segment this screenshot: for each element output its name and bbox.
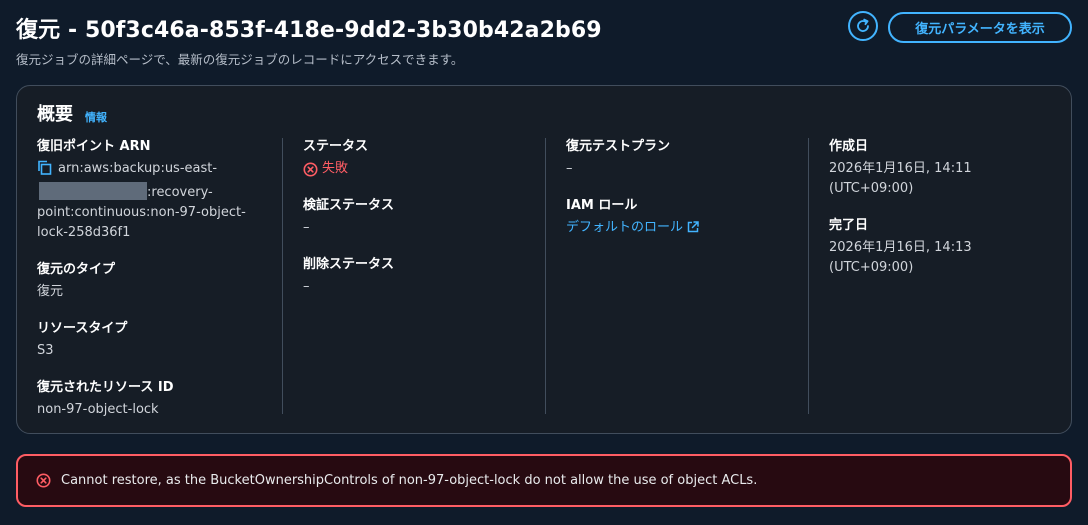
restore-test-plan-label: 復元テストプラン [566,139,671,154]
status-text: 失敗 [322,161,349,176]
completed-date-label: 完了日 [829,218,869,233]
deletion-status-value: – [303,279,310,294]
completed-date-timezone: (UTC+09:00) [829,260,914,275]
status-label: ステータス [303,139,369,154]
deletion-status-label: 削除ステータス [303,257,395,272]
arn-line-4: lock-258d36f1 [37,225,131,240]
validation-status-value: – [303,220,310,235]
refresh-icon [857,18,869,32]
status-field: ステータス 失敗 [303,138,522,179]
error-alert-message: Cannot restore, as the BucketOwnershipCo… [61,473,758,488]
restore-job-page: 復元 - 50f3c46a-853f-418e-9dd2-3b30b42a2b6… [0,0,1088,525]
created-date-timezone: (UTC+09:00) [829,181,914,196]
redacted-account-id [39,182,147,200]
restore-test-plan-value: – [566,161,573,176]
created-date-label: 作成日 [829,139,869,154]
resource-type-field: リソースタイプ S3 [37,320,277,361]
iam-role-field: IAM ロール デフォルトのロール [566,197,785,238]
restore-test-plan-field: 復元テストプラン – [566,138,785,179]
iam-role-link-text: デフォルトのロール [566,220,684,235]
refresh-button[interactable] [848,11,878,41]
created-date-value: 2026年1月16日, 14:11 [829,161,972,176]
deletion-status-field: 削除ステータス – [303,256,522,297]
recovery-point-arn-field: 復旧ポイント ARN arn:aws:backup:us-east- :reco… [37,138,277,243]
validation-status-label: 検証ステータス [303,198,395,213]
error-alert: Cannot restore, as the BucketOwnershipCo… [16,454,1072,507]
status-value: 失敗 [303,159,522,179]
completed-date-field: 完了日 2026年1月16日, 14:13 (UTC+09:00) [829,217,1048,278]
overview-title: 概要 [37,104,73,125]
validation-status-field: 検証ステータス – [303,197,522,238]
arn-line-1: arn:aws:backup:us-east- [58,161,218,176]
overview-column-3: 復元テストプラン – IAM ロール デフォルトのロール [545,138,785,414]
info-link[interactable]: 情報 [85,109,107,125]
resource-type-label: リソースタイプ [37,321,128,336]
copy-icon[interactable] [37,160,52,182]
created-date-field: 作成日 2026年1月16日, 14:11 (UTC+09:00) [829,138,1048,199]
restore-type-value: 復元 [37,284,64,299]
overview-panel: 概要 情報 復旧ポイント ARN arn:aws:backup:us-east- [16,85,1072,434]
arn-line-2: :recovery- [147,185,213,200]
view-restore-parameters-button[interactable]: 復元パラメータを表示 [888,12,1072,43]
page-subtitle: 復元ジョブの詳細ページで、最新の復元ジョブのレコードにアクセスできます。 [16,52,464,67]
restore-type-label: 復元のタイプ [37,262,116,277]
page-title: 復元 - 50f3c46a-853f-418e-9dd2-3b30b42a2b6… [16,18,602,43]
arn-line-3: point:continuous:non-97-object- [37,205,246,220]
overview-column-1: 復旧ポイント ARN arn:aws:backup:us-east- :reco… [37,138,277,417]
resource-type-value: S3 [37,343,54,358]
recovery-point-arn-label: 復旧ポイント ARN [37,139,151,154]
overview-column-2: ステータス 失敗 検証ステータス – 削除ステータス – [282,138,522,414]
error-circle-icon [303,162,318,176]
error-circle-icon [36,473,51,488]
restore-type-field: 復元のタイプ 復元 [37,261,277,302]
iam-role-link[interactable]: デフォルトのロール [566,220,699,235]
external-link-icon [687,221,699,233]
iam-role-label: IAM ロール [566,198,638,213]
recovery-point-arn-value: arn:aws:backup:us-east- :recovery- point… [37,159,277,243]
restored-resource-id-field: 復元されたリソース ID non-97-object-lock [37,379,277,420]
restored-resource-id-label: 復元されたリソース ID [37,380,174,395]
restored-resource-id-value: non-97-object-lock [37,402,159,417]
completed-date-value: 2026年1月16日, 14:13 [829,240,972,255]
overview-column-4: 作成日 2026年1月16日, 14:11 (UTC+09:00) 完了日 20… [808,138,1048,414]
